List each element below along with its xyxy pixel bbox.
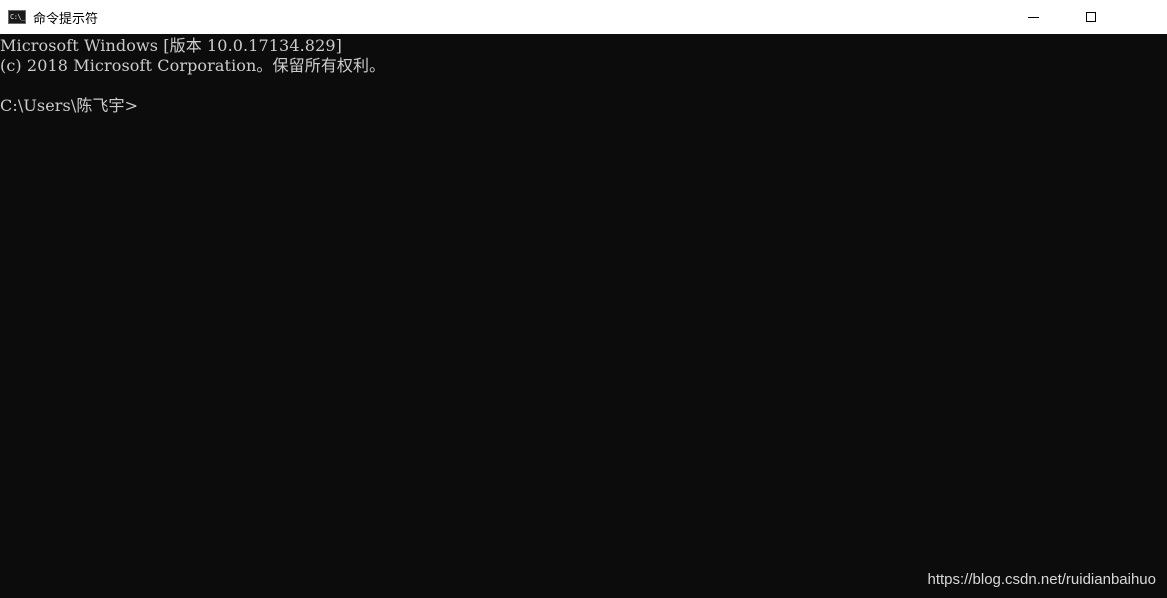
watermark-text: https://blog.csdn.net/ruidianbaihuo [927,571,1157,588]
console-output[interactable]: Microsoft Windows [版本 10.0.17134.829] (c… [0,34,1167,598]
maximize-icon [1086,12,1096,22]
cmd-icon-glyph: C:\_ [10,12,25,21]
window-controls [1004,0,1167,34]
console-prompt: C:\Users\陈飞宇> [0,96,139,115]
close-button-area[interactable] [1120,0,1167,34]
cmd-window: C:\_ 命令提示符 Microsoft Windows [版本 10.0.17… [0,0,1167,598]
maximize-button[interactable] [1062,0,1120,34]
window-title: 命令提示符 [33,11,99,27]
minimize-icon [1027,16,1039,18]
console-line-copyright: (c) 2018 Microsoft Corporation。保留所有权利。 [0,56,386,75]
console-line-version: Microsoft Windows [版本 10.0.17134.829] [0,36,342,55]
minimize-button[interactable] [1004,0,1062,34]
cmd-icon[interactable]: C:\_ [8,10,26,24]
title-bar[interactable]: C:\_ 命令提示符 [0,0,1167,34]
